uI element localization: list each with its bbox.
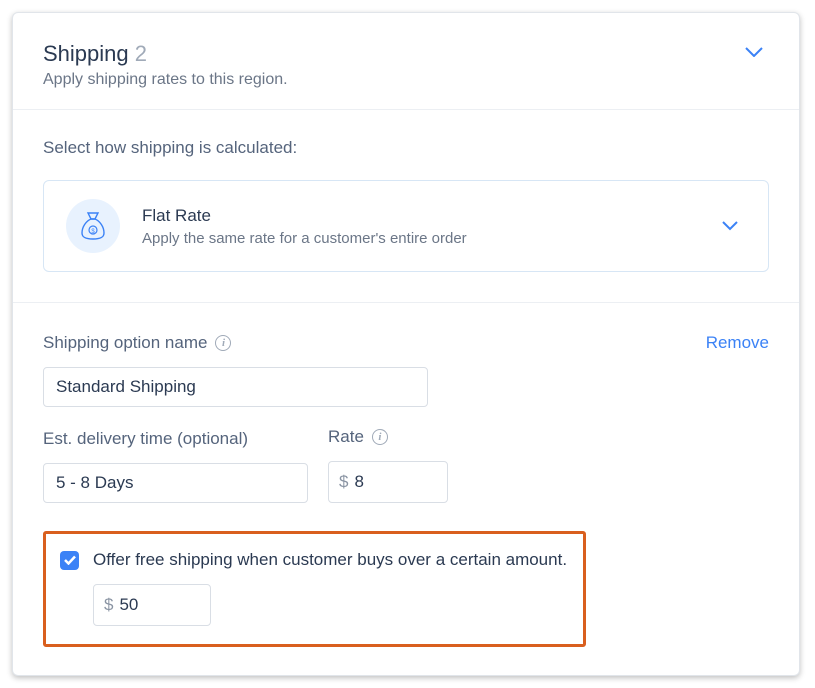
name-row xyxy=(43,367,428,407)
calc-title: Flat Rate xyxy=(142,206,700,226)
collapse-toggle[interactable] xyxy=(739,41,769,63)
delivery-label-text: Est. delivery time (optional) xyxy=(43,429,248,449)
title-text: Shipping xyxy=(43,41,129,66)
free-shipping-checkbox[interactable] xyxy=(60,551,79,570)
calc-method-dropdown[interactable]: $ Flat Rate Apply the same rate for a cu… xyxy=(43,180,769,272)
rate-input[interactable] xyxy=(354,464,437,500)
name-label: Shipping option name i xyxy=(43,333,231,353)
remove-link[interactable]: Remove xyxy=(706,333,769,353)
free-shipping-highlight: Offer free shipping when customer buys o… xyxy=(43,531,586,647)
rate-input-wrapper: $ xyxy=(328,461,448,503)
info-icon[interactable]: i xyxy=(372,429,388,445)
calc-text: Flat Rate Apply the same rate for a cust… xyxy=(142,206,700,247)
money-bag-icon: $ xyxy=(66,199,120,253)
currency-prefix: $ xyxy=(339,472,348,492)
info-icon[interactable]: i xyxy=(215,335,231,351)
chevron-down-icon xyxy=(722,221,738,231)
form-head: Shipping option name i Remove xyxy=(43,333,769,353)
delivery-time-input[interactable] xyxy=(43,463,308,503)
currency-prefix: $ xyxy=(104,595,113,615)
delivery-col: Est. delivery time (optional) xyxy=(43,429,308,503)
calc-section: Select how shipping is calculated: $ Fla… xyxy=(13,110,799,302)
calc-subtitle: Apply the same rate for a customer's ent… xyxy=(142,230,700,247)
rate-label: Rate i xyxy=(328,427,448,447)
form-section: Shipping option name i Remove Est. deliv… xyxy=(13,303,799,675)
card-header: Shipping 2 Apply shipping rates to this … xyxy=(13,13,799,109)
delivery-label: Est. delivery time (optional) xyxy=(43,429,308,449)
calc-section-title: Select how shipping is calculated: xyxy=(43,138,769,158)
delivery-rate-row: Est. delivery time (optional) Rate i $ xyxy=(43,427,769,503)
header-text: Shipping 2 Apply shipping rates to this … xyxy=(43,41,739,89)
shipping-name-input[interactable] xyxy=(43,367,428,407)
threshold-input-wrapper: $ xyxy=(93,584,211,626)
rate-col: Rate i $ xyxy=(328,427,448,503)
free-shipping-threshold-input[interactable] xyxy=(119,587,200,623)
free-shipping-row: Offer free shipping when customer buys o… xyxy=(60,550,569,570)
step-number: 2 xyxy=(135,41,147,66)
chevron-down-icon xyxy=(745,47,763,57)
header-title: Shipping 2 xyxy=(43,41,739,67)
shipping-card: Shipping 2 Apply shipping rates to this … xyxy=(12,12,800,676)
name-label-text: Shipping option name xyxy=(43,333,207,353)
rate-label-text: Rate xyxy=(328,427,364,447)
threshold-wrapper: $ xyxy=(93,584,211,626)
free-shipping-label: Offer free shipping when customer buys o… xyxy=(93,550,567,570)
header-subtitle: Apply shipping rates to this region. xyxy=(43,71,739,89)
